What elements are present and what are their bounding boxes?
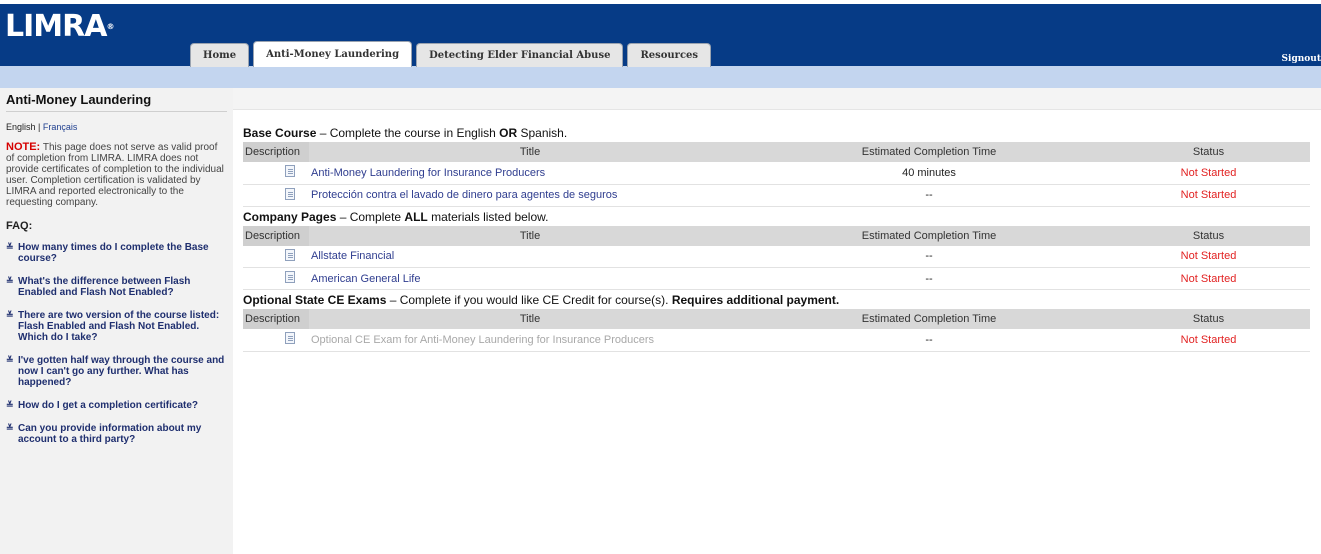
faq-item[interactable]: ≚ I've gotten half way through the course… — [6, 355, 227, 388]
faq-question: What's the difference between Flash Enab… — [18, 276, 191, 298]
section-heading-base-course: Base Course – Complete the course in Eng… — [243, 126, 568, 140]
completion-note: NOTE: This page does not serve as valid … — [6, 141, 227, 209]
time-cell: -- — [751, 184, 1107, 207]
description-cell — [243, 184, 309, 207]
chevron-double-down-icon: ≚ — [6, 310, 14, 320]
title-cell: Anti-Money Laundering for Insurance Prod… — [309, 162, 751, 185]
description-cell — [243, 329, 309, 352]
status-cell: Not Started — [1107, 267, 1310, 290]
column-description: Description — [243, 225, 309, 246]
time-cell: -- — [751, 267, 1107, 290]
column-title: Title — [309, 309, 751, 329]
table-header-row: Description Title Estimated Completion T… — [243, 225, 1310, 246]
content-top-bar — [233, 88, 1321, 110]
title-cell: Protección contra el lavado de dinero pa… — [309, 184, 751, 207]
column-status: Status — [1107, 309, 1310, 329]
note-label: NOTE: — [6, 141, 41, 153]
table-row: Protección contra el lavado de dinero pa… — [243, 184, 1310, 207]
document-icon[interactable] — [285, 187, 295, 200]
column-title: Title — [309, 142, 751, 162]
column-status: Status — [1107, 142, 1310, 162]
faq-question: How many times do I complete the Base co… — [18, 242, 209, 264]
faq-question: How do I get a completion certificate? — [18, 400, 199, 411]
site-header: LIMRA® Home Anti-Money Laundering Detect… — [0, 4, 1321, 67]
course-list: Base Course – Complete the course in Eng… — [233, 110, 1321, 352]
course-link[interactable]: Allstate Financial — [311, 250, 394, 262]
column-description: Description — [243, 142, 309, 162]
table-header-row: Description Title Estimated Completion T… — [243, 142, 1310, 162]
section-heading-optional-ce-exams: Optional State CE Exams – Complete if yo… — [243, 293, 840, 307]
column-description: Description — [243, 309, 309, 329]
status-cell: Not Started — [1107, 184, 1310, 207]
document-icon — [285, 332, 295, 345]
document-icon[interactable] — [285, 165, 295, 178]
chevron-double-down-icon: ≚ — [6, 276, 14, 286]
language-french-link[interactable]: Français — [43, 122, 78, 132]
table-header-row: Description Title Estimated Completion T… — [243, 309, 1310, 329]
language-english[interactable]: English — [6, 122, 36, 132]
faq-item[interactable]: ≚ Can you provide information about my ac… — [6, 423, 227, 445]
title-cell: American General Life — [309, 267, 751, 290]
sidebar: Anti-Money Laundering English | Français… — [0, 88, 233, 554]
signout-link[interactable]: Signout — [1282, 54, 1321, 64]
faq-item[interactable]: ≚ How many times do I complete the Base c… — [6, 242, 227, 264]
faq-question: I've gotten half way through the course … — [18, 355, 225, 388]
company-pages-table: Description Title Estimated Completion T… — [243, 225, 1310, 290]
description-cell — [243, 162, 309, 185]
table-row: American General Life -- Not Started — [243, 267, 1310, 290]
chevron-double-down-icon: ≚ — [6, 242, 14, 252]
optional-ce-exams-table: Description Title Estimated Completion T… — [243, 309, 1310, 352]
section-heading-company-pages: Company Pages – Complete ALL materials l… — [243, 209, 549, 224]
chevron-double-down-icon: ≚ — [6, 355, 14, 365]
language-separator: | — [35, 122, 43, 132]
column-status: Status — [1107, 225, 1310, 246]
time-cell: -- — [751, 245, 1107, 268]
table-row: Anti-Money Laundering for Insurance Prod… — [243, 162, 1310, 185]
tab-home[interactable]: Home — [190, 43, 250, 67]
faq-question: There are two version of the course list… — [18, 310, 220, 343]
time-cell: -- — [751, 329, 1107, 352]
title-cell-disabled: Optional CE Exam for Anti-Money Launderi… — [309, 329, 751, 352]
sub-navigation-bar — [0, 66, 1321, 88]
column-time: Estimated Completion Time — [751, 309, 1107, 329]
course-link[interactable]: Anti-Money Laundering for Insurance Prod… — [311, 167, 545, 179]
course-link[interactable]: Protección contra el lavado de dinero pa… — [311, 189, 617, 201]
faq-item[interactable]: ≚ How do I get a completion certificate? — [6, 400, 227, 411]
chevron-double-down-icon: ≚ — [6, 400, 14, 410]
status-cell: Not Started — [1107, 329, 1310, 352]
tab-anti-money-laundering[interactable]: Anti-Money Laundering — [253, 41, 413, 67]
base-course-table: Description Title Estimated Completion T… — [243, 142, 1310, 207]
faq-item[interactable]: ≚ What's the difference between Flash Ena… — [6, 276, 227, 298]
time-cell: 40 minutes — [751, 162, 1107, 185]
limra-logo[interactable]: LIMRA® — [5, 10, 114, 44]
faq-item[interactable]: ≚ There are two version of the course lis… — [6, 310, 227, 343]
description-cell — [243, 267, 309, 290]
chevron-double-down-icon: ≚ — [6, 423, 14, 433]
document-icon[interactable] — [285, 271, 295, 283]
column-time: Estimated Completion Time — [751, 142, 1107, 162]
main-content: Base Course – Complete the course in Eng… — [233, 88, 1321, 554]
title-cell: Allstate Financial — [309, 245, 751, 268]
table-row: Optional CE Exam for Anti-Money Launderi… — [243, 329, 1310, 352]
table-row: Allstate Financial -- Not Started — [243, 245, 1310, 268]
faq-question: Can you provide information about my acc… — [18, 423, 202, 445]
course-link[interactable]: American General Life — [311, 273, 420, 285]
status-cell: Not Started — [1107, 245, 1310, 268]
language-switch: English | Français — [6, 122, 227, 132]
tab-detecting-elder-financial-abuse[interactable]: Detecting Elder Financial Abuse — [416, 43, 624, 67]
tab-resources[interactable]: Resources — [627, 43, 712, 67]
document-icon[interactable] — [285, 248, 295, 261]
description-cell — [243, 245, 309, 268]
column-time: Estimated Completion Time — [751, 225, 1107, 246]
status-cell: Not Started — [1107, 162, 1310, 185]
sidebar-title: Anti-Money Laundering — [6, 92, 227, 112]
faq-heading: FAQ: — [6, 220, 33, 232]
column-title: Title — [309, 225, 751, 246]
main-tabs: Home Anti-Money Laundering Detecting Eld… — [190, 41, 712, 67]
